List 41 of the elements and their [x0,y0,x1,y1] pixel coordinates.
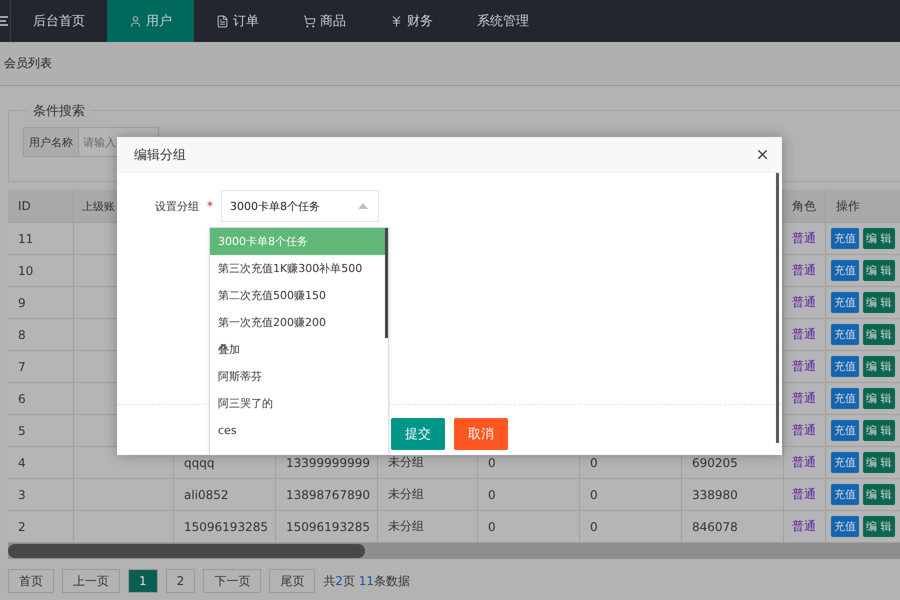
breadcrumb: 会员列表 [4,55,52,72]
dialog-title: 编辑分组 [134,146,186,164]
role-label: 普通 [784,383,826,415]
table-cell: 2 [8,511,74,543]
table-cell: 846078 [682,511,784,543]
role-label: 普通 [784,415,826,447]
table-cell: ali0852 [174,479,276,511]
role-label: 普通 [784,319,826,351]
table-cell: 338980 [682,479,784,511]
table-cell: 9 [8,287,74,319]
table-cell: 0 [580,511,682,543]
page-summary: 共2页 11条数据 [323,572,410,590]
table-cell: 未分组 [378,511,478,543]
role-label: 普通 [784,223,826,255]
role-label: 普通 [784,287,826,319]
role-label: 普通 [784,447,826,479]
table-cell: 13898767890 [276,479,378,511]
table-cell: 6 [8,383,74,415]
table-cell: 4 [8,447,74,479]
table-cell: 5 [8,415,74,447]
table-cell: 11 [8,223,74,255]
table-cell: 10 [8,255,74,287]
column-header: 操作 [826,190,900,223]
column-header: 角色 [784,190,826,223]
role-label: 普通 [784,255,826,287]
role-label: 普通 [784,479,826,511]
role-label: 普通 [784,351,826,383]
table-cell: 0 [478,479,580,511]
panel-legend: 条件搜索 [27,102,91,120]
required-mark: * [207,199,213,213]
table-cell: 0 [580,479,682,511]
column-header: ID [8,190,74,223]
table-cell: 未分组 [378,479,478,511]
table-cell: 15096193285 [276,511,378,543]
table-cell: 8 [8,319,74,351]
role-label: 普通 [784,511,826,543]
table-cell: 0 [478,511,580,543]
field-label: 用户名称 [23,127,79,157]
table-cell: 3 [8,479,74,511]
table-cell: 7 [8,351,74,383]
table-cell: 15096193285 [174,511,276,543]
